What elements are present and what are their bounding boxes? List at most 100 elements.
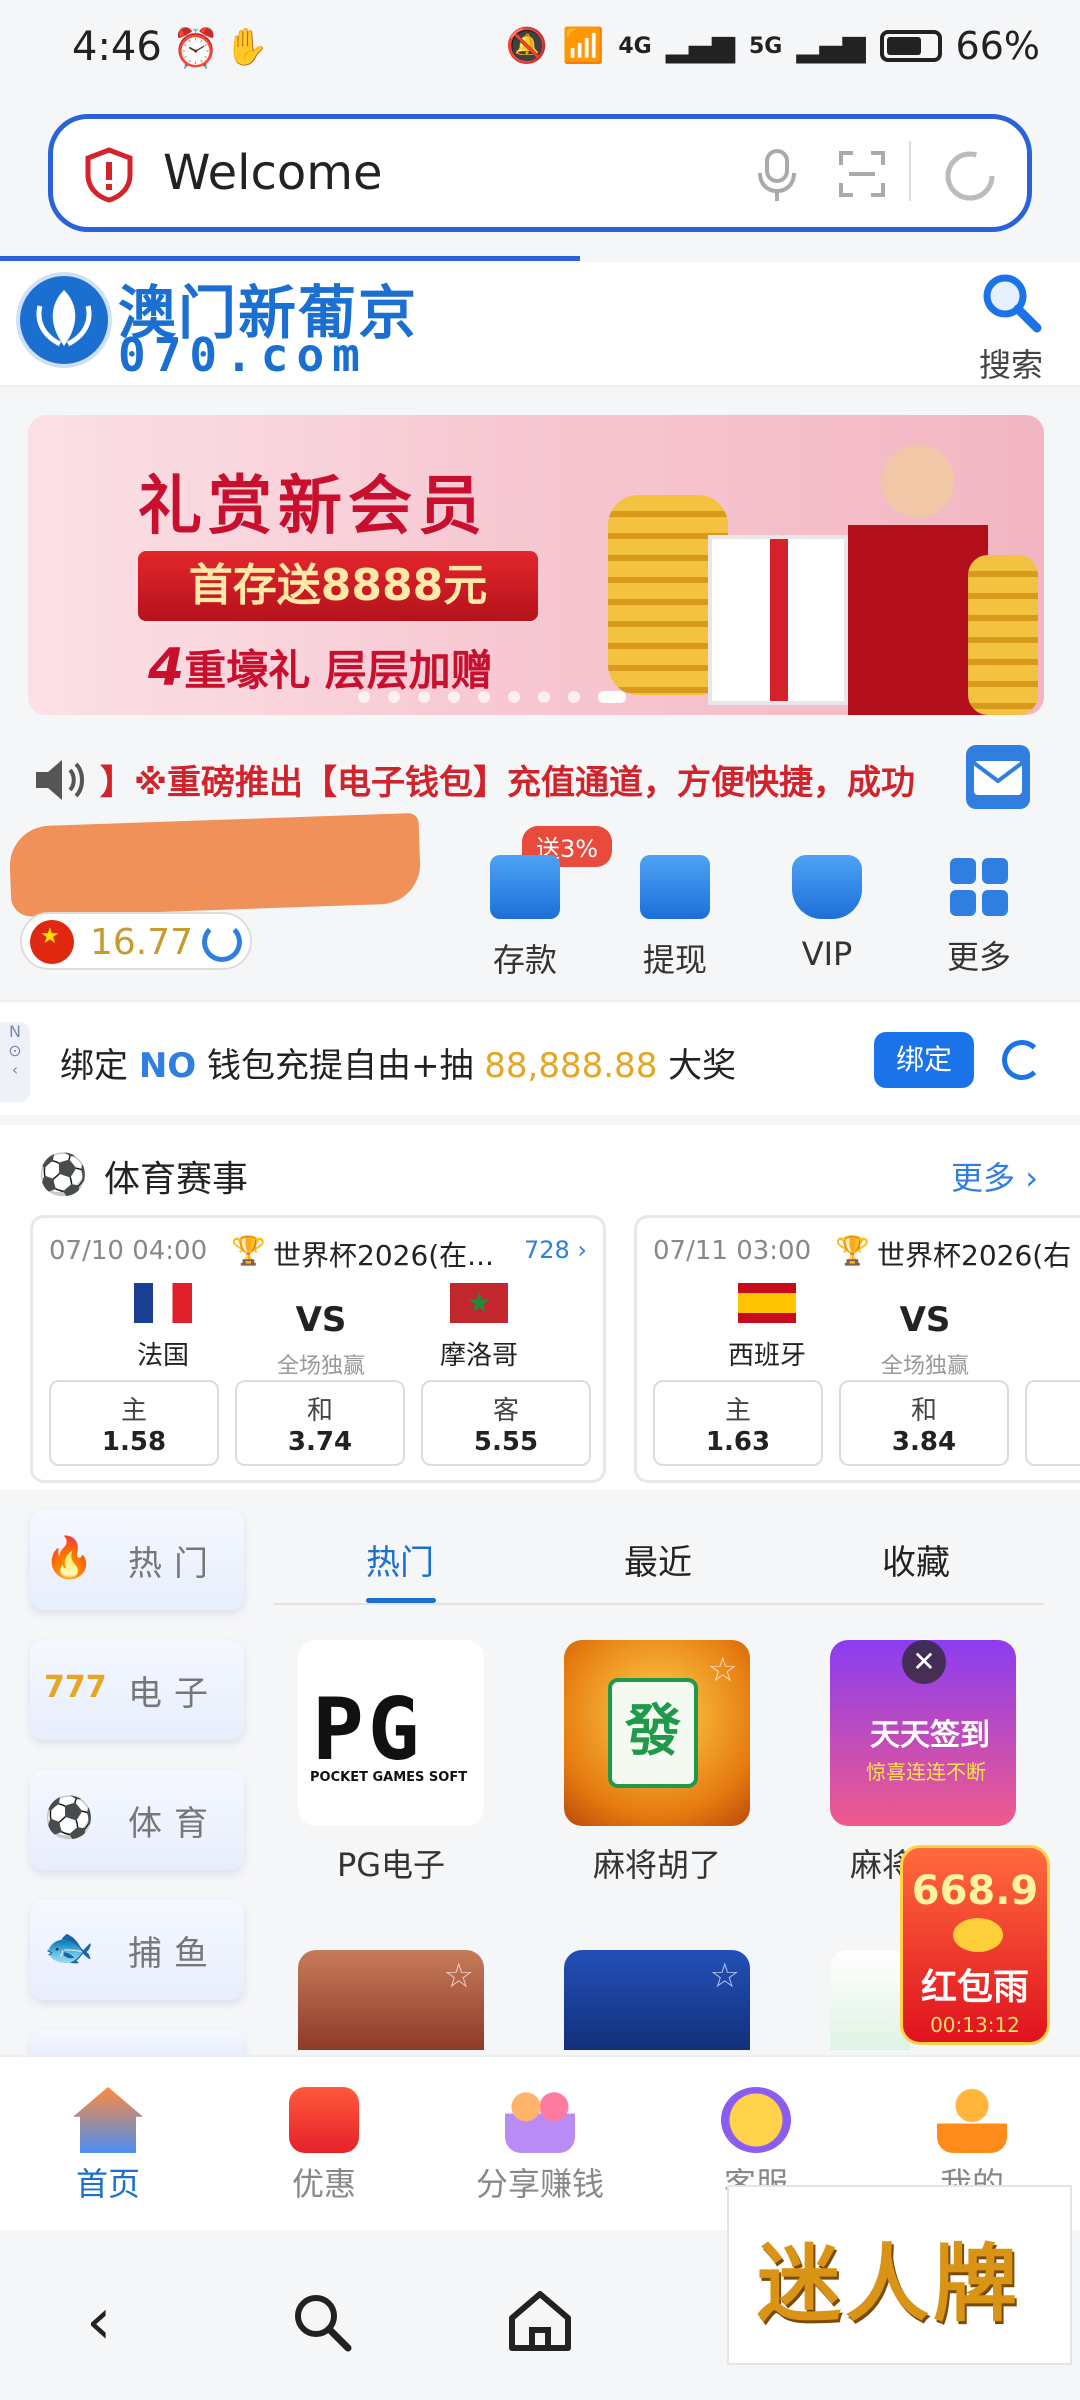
match-card[interactable]: 07/11 03:00 🏆 世界杯2026(右 西班牙 VS 全场独赢 主 1.… (634, 1215, 1080, 1483)
status-indicators: 🔕 📶 4G ▂▄▆ 5G ▂▄▆ 66% (506, 24, 1040, 68)
match-count-link[interactable]: 728 › (524, 1236, 587, 1264)
refresh-icon[interactable] (1002, 1040, 1042, 1080)
promo-banner[interactable]: 礼赏新会员 首存送8888元 4重壕礼 层层加赠 (28, 415, 1044, 715)
game-tile[interactable]: ☆ (298, 1950, 484, 2050)
search-icon[interactable] (290, 2290, 354, 2354)
logo-icon[interactable] (16, 272, 112, 368)
carousel-dots[interactable] (358, 691, 626, 703)
section-title: 体育赛事 (104, 1159, 249, 1200)
mic-icon[interactable] (757, 147, 797, 203)
withdraw-button[interactable]: 提现 (610, 820, 740, 980)
bind-button[interactable]: 绑定 (874, 1032, 974, 1088)
game-tile-pg[interactable]: PG POCKET GAMES SOFT PG电子 (298, 1640, 484, 1886)
home-icon[interactable] (506, 2288, 574, 2354)
red-envelope-label: 红包雨 (920, 1967, 1029, 2008)
category-sports[interactable]: ⚽ 体育 (30, 1770, 244, 1870)
nav-share[interactable]: 分享赚钱 (450, 2087, 630, 2205)
signal-bars-icon: ▂▄▆ (796, 28, 866, 64)
account-panel: 16.77 送3% 存款 提现 VIP 更多 (0, 812, 1080, 1000)
signal-bars-icon: ▂▄▆ (665, 28, 735, 64)
more-button[interactable]: 更多 (914, 820, 1044, 980)
carousel-dot[interactable] (508, 691, 520, 703)
bind-suffix: 大奖 (657, 1046, 737, 1086)
nav-label: 首页 (75, 2165, 140, 2203)
odds-label: 和 (910, 1396, 937, 1426)
sports-more-link[interactable]: 更多 › (951, 1153, 1038, 1199)
match-card[interactable]: 07/10 04:00 🏆 世界杯2026(在... 728 › 法国 VS 全… (30, 1215, 606, 1483)
odds-value: 1.58 (101, 1427, 167, 1457)
gift-box-image (708, 535, 848, 705)
star-icon[interactable]: ☆ (444, 1956, 474, 1996)
odds-value: 3.84 (891, 1427, 957, 1457)
market-label: 全场独赢 (880, 1354, 969, 1379)
game-tile[interactable] (830, 1950, 910, 2050)
mahjong-thumbnail: 發 ☆ (564, 1640, 750, 1826)
divider (909, 141, 911, 201)
category-fishing[interactable]: 🐟 捕鱼 (30, 1900, 244, 2000)
red-envelope-widget[interactable]: 668.9 红包雨 00:13:12 (900, 1845, 1050, 2045)
odds-draw-button[interactable]: 和 3.84 (839, 1380, 1009, 1466)
odds-home-button[interactable]: 主 1.63 (653, 1380, 823, 1466)
checkin-promo-subtext: 惊喜连连不断 (866, 1760, 986, 1784)
carousel-dot[interactable] (478, 691, 490, 703)
ticket-icon (640, 855, 710, 919)
back-icon[interactable]: ‹ (86, 2285, 112, 2359)
game-tile[interactable]: ☆ (564, 1950, 750, 2050)
nav-label: 优惠 (291, 2165, 356, 2203)
tab-favorites[interactable]: 收藏 (882, 1535, 950, 1584)
more-label: 更多 (946, 938, 1011, 976)
refresh-balance-icon[interactable] (202, 922, 242, 962)
tab-hot[interactable]: 热门 (366, 1535, 434, 1584)
search-button[interactable]: 搜索 (966, 270, 1056, 384)
nav-label: 分享赚钱 (475, 2165, 604, 2203)
home-team-name: 西班牙 (727, 1341, 806, 1371)
odds-value: 3.74 (287, 1427, 353, 1457)
flame-icon: 🔥 (44, 1535, 94, 1581)
page-title[interactable]: Welcome (163, 145, 383, 201)
carousel-dot[interactable] (598, 691, 626, 703)
banner-subtitle-num: 4 (148, 638, 185, 698)
home-team: 法国 (93, 1283, 233, 1372)
star-icon[interactable]: ☆ (710, 1956, 740, 1996)
trophy-icon: 🏆 (835, 1234, 870, 1267)
category-hot[interactable]: 🔥 热门 (30, 1510, 244, 1610)
category-slots[interactable]: 777 电子 (30, 1640, 244, 1740)
china-flag-icon (30, 920, 74, 964)
carousel-dot[interactable] (568, 691, 580, 703)
balance-pill[interactable]: 16.77 (20, 912, 252, 970)
alarm-icon: ⏰ (172, 26, 220, 70)
carousel-dot[interactable] (448, 691, 460, 703)
address-bar[interactable]: Welcome (48, 114, 1032, 232)
headset-icon (721, 2087, 791, 2153)
star-icon[interactable]: ☆ (708, 1650, 738, 1690)
carousel-dot[interactable] (418, 691, 430, 703)
shield-alert-icon[interactable] (83, 147, 135, 203)
deposit-button[interactable]: 存款 (460, 820, 590, 980)
vip-button[interactable]: VIP (762, 820, 892, 980)
game-tile-mahjong[interactable]: 發 ☆ 麻将胡了 (564, 1640, 750, 1886)
nav-home[interactable]: 首页 (18, 2087, 198, 2205)
logo-domain[interactable]: 070.com (118, 328, 368, 382)
category-more[interactable] (30, 2030, 244, 2055)
odds-label: 和 (306, 1396, 333, 1426)
coin-stack-image (968, 555, 1038, 715)
announcement-marquee[interactable]: 】※重磅推出【电子钱包】充值通道，方便快捷，成功 (0, 745, 1080, 815)
carousel-dot[interactable] (538, 691, 550, 703)
carousel-dot[interactable] (358, 691, 370, 703)
nav-promotions[interactable]: 优惠 (234, 2087, 414, 2205)
odds-away-button[interactable] (1025, 1380, 1080, 1466)
tab-recent[interactable]: 最近 (624, 1535, 692, 1584)
game-title: 麻将胡了 (592, 1846, 721, 1884)
close-icon[interactable]: ✕ (902, 1640, 946, 1684)
scan-icon[interactable] (837, 149, 887, 199)
carousel-dot[interactable] (388, 691, 400, 703)
odds-away-button[interactable]: 客 5.55 (421, 1380, 591, 1466)
side-drawer-tab[interactable]: N ⊙ ‹ (0, 1022, 30, 1102)
odds-home-button[interactable]: 主 1.58 (49, 1380, 219, 1466)
checkin-promo-text: 天天签到 (870, 1718, 990, 1753)
loading-icon[interactable] (943, 149, 997, 203)
model-image (848, 415, 988, 715)
mail-icon[interactable] (966, 745, 1030, 809)
odds-draw-button[interactable]: 和 3.74 (235, 1380, 405, 1466)
category-label: 捕鱼 (128, 1934, 220, 1974)
